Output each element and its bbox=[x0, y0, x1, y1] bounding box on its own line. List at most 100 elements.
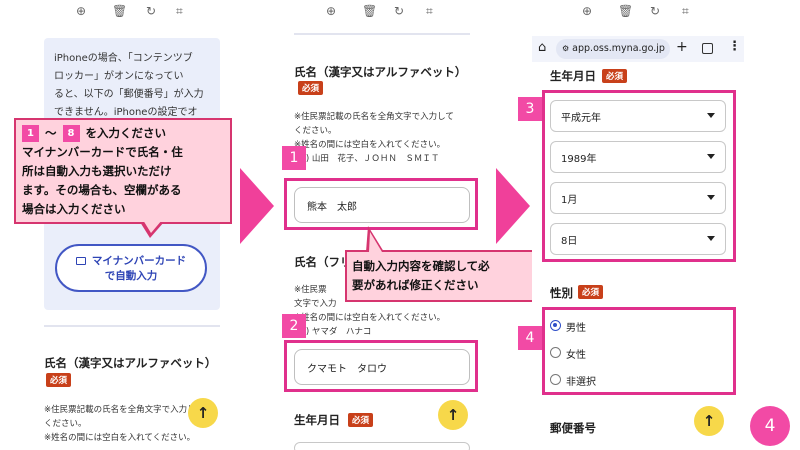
required-badge: 必須 bbox=[348, 413, 374, 427]
zoom-icon[interactable]: ⊕ bbox=[326, 4, 336, 18]
note-line: ※住民票記載の氏名を全角文字で入力して bbox=[44, 405, 204, 415]
gender-radio-male[interactable] bbox=[550, 320, 561, 331]
page-step-badge: 4 bbox=[750, 406, 790, 446]
birth-select-top bbox=[294, 442, 470, 450]
zoom-icon[interactable]: ⊕ bbox=[582, 4, 592, 18]
callout-line: マイナンバーカードで氏名・住 bbox=[22, 145, 183, 159]
name-notes: ※住民票記載の氏名を全角文字で入力して ください。 ※姓名の間には空白を入れてく… bbox=[294, 110, 454, 166]
note-line: ください。 bbox=[44, 419, 87, 429]
day-select[interactable]: 8日 bbox=[550, 223, 726, 255]
crop-icon[interactable]: ⌗ bbox=[682, 4, 689, 19]
info-text: iPhoneの場合、「コンテンツブ ロッカー」がオンになってい ると、以下の「郵… bbox=[54, 50, 204, 122]
card-icon bbox=[75, 257, 86, 265]
confirm-line: 自動入力内容を確認して必 bbox=[352, 259, 490, 273]
year-value: 1989年 bbox=[561, 153, 597, 165]
gender-radio-none[interactable] bbox=[550, 374, 561, 385]
rotate-icon[interactable]: ↻ bbox=[394, 4, 404, 18]
callout-line: 所は自動入力も選択いただけ bbox=[22, 164, 172, 178]
gender-label-none: 非選択 bbox=[566, 377, 596, 388]
gender-label-female: 女性 bbox=[566, 350, 586, 361]
callout-line: ます。その場合も、空欄がある bbox=[22, 183, 182, 197]
name-label: 氏名（漢字又はアルファベット） bbox=[294, 65, 467, 79]
chevron-down-icon bbox=[707, 154, 715, 159]
postal-label: 郵便番号 bbox=[550, 421, 596, 435]
info-line: ると、以下の「郵便番号」が入力 bbox=[54, 89, 204, 100]
note-line: (例) 山田 花子、ＪＯＨＮ ＳＭＩＴ bbox=[294, 154, 440, 164]
required-badge: 必須 bbox=[298, 81, 324, 95]
step-badge-2: 2 bbox=[282, 314, 306, 338]
name-label: 氏名（漢字又はアルファベット） bbox=[44, 356, 217, 370]
step-badge-1: 1 bbox=[282, 146, 306, 170]
tab-count-icon[interactable] bbox=[702, 43, 713, 54]
confirm-callout-tail-fill bbox=[369, 232, 382, 252]
rotate-icon[interactable]: ↻ bbox=[146, 4, 156, 18]
screen-panel-1: ⊕ 🗑 ↻ ⌗ iPhoneの場合、「コンテンツブ ロッカー」がオンになってい … bbox=[28, 0, 240, 450]
step-badge-4: 4 bbox=[518, 326, 542, 350]
chevron-down-icon bbox=[707, 195, 715, 200]
confirm-line: 要があれば修正ください bbox=[352, 278, 479, 292]
info-line: iPhoneの場合、「コンテンツブ bbox=[54, 53, 193, 64]
required-badge: 必須 bbox=[578, 285, 604, 299]
step-badge-3: 3 bbox=[518, 97, 542, 121]
note-line: ※住民票記載の氏名を全角文字で入力して bbox=[294, 112, 454, 122]
chevron-down-icon bbox=[707, 236, 715, 241]
range-tilde: ～ bbox=[45, 126, 57, 140]
home-icon[interactable]: ⌂ bbox=[538, 40, 546, 55]
range-suffix: を入力ください bbox=[85, 126, 167, 140]
address-field[interactable]: ⚙ app.oss.myna.go.jp bbox=[556, 39, 670, 59]
name-input[interactable]: 熊本 太郎 bbox=[294, 187, 470, 223]
trash-icon[interactable]: 🗑 bbox=[362, 4, 377, 18]
zoom-icon[interactable]: ⊕ bbox=[76, 4, 86, 18]
gender-radio-female[interactable] bbox=[550, 347, 561, 358]
screen-panel-2: ⊕ 🗑 ↻ ⌗ 氏名（漢字又はアルファベット） 必須 ※住民票記載の氏名を全角文… bbox=[276, 0, 486, 450]
note-line: ※姓名の間には空白を入れてください。 bbox=[44, 433, 196, 443]
kana-label: 氏名（フリ bbox=[294, 255, 352, 269]
era-value: 平成元年 bbox=[561, 112, 601, 124]
kana-input[interactable]: クマモト タロウ bbox=[294, 349, 470, 385]
gender-label-male: 男性 bbox=[566, 323, 586, 334]
rotate-icon[interactable]: ↻ bbox=[650, 4, 660, 18]
birth-label: 生年月日 bbox=[294, 413, 340, 427]
range-end-badge: 8 bbox=[62, 125, 80, 142]
month-value: 1月 bbox=[561, 194, 578, 206]
new-tab-icon[interactable]: + bbox=[676, 39, 688, 55]
range-start-badge: 1 bbox=[22, 125, 39, 142]
note-line: ※姓名の間には空白を入れてください。 bbox=[294, 313, 446, 323]
callout-tail-fill bbox=[143, 220, 162, 233]
required-badge: 必須 bbox=[46, 373, 72, 387]
trash-icon[interactable]: 🗑 bbox=[618, 4, 633, 18]
month-select[interactable]: 1月 bbox=[550, 182, 726, 214]
day-value: 8日 bbox=[561, 235, 578, 247]
year-select[interactable]: 1989年 bbox=[550, 141, 726, 173]
note-line: ください。 bbox=[294, 126, 337, 136]
url-text: app.oss.myna.go.jp bbox=[572, 43, 665, 54]
scroll-top-button[interactable]: ↑ bbox=[188, 398, 218, 428]
name-notes: ※住民票記載の氏名を全角文字で入力して ください。 ※姓名の間には空白を入れてく… bbox=[44, 403, 204, 445]
trash-icon[interactable]: 🗑 bbox=[112, 4, 127, 18]
mynumber-button-label-2: で自動入力 bbox=[104, 270, 158, 282]
divider bbox=[44, 325, 220, 327]
site-info-icon[interactable]: ⚙ bbox=[562, 44, 569, 53]
confirm-callout-text: 自動入力内容を確認して必 要があれば修正ください bbox=[352, 257, 490, 295]
birth-label: 生年月日 bbox=[550, 69, 596, 83]
divider bbox=[294, 33, 470, 35]
flow-arrow bbox=[240, 168, 274, 244]
flow-arrow bbox=[496, 168, 530, 244]
callout-text: 1 ～ 8 を入力ください マイナンバーカードで氏名・住 所は自動入力も選択いた… bbox=[22, 124, 232, 219]
info-line: ロッカー」がオンになってい bbox=[54, 71, 184, 82]
mynumber-button-label-1: マイナンバーカード bbox=[91, 255, 187, 267]
crop-icon[interactable]: ⌗ bbox=[426, 4, 433, 19]
note-line: (例) ヤマダ ハナコ bbox=[294, 327, 372, 337]
required-badge: 必須 bbox=[602, 69, 628, 83]
chevron-down-icon bbox=[707, 113, 715, 118]
crop-icon[interactable]: ⌗ bbox=[176, 4, 183, 19]
mynumber-autofill-button[interactable]: マイナンバーカード で自動入力 bbox=[55, 244, 207, 292]
note-line: ※姓名の間には空白を入れてください。 bbox=[294, 140, 446, 150]
gender-label: 性別 bbox=[550, 286, 573, 300]
scroll-top-button[interactable]: ↑ bbox=[694, 406, 724, 436]
callout-line: 場合は入力ください bbox=[22, 202, 126, 216]
era-select[interactable]: 平成元年 bbox=[550, 100, 726, 132]
screen-panel-3: ⊕ 🗑 ↻ ⌗ ⌂ ⚙ app.oss.myna.go.jp + ⋮ 生年月日 必… bbox=[532, 0, 744, 450]
scroll-top-button[interactable]: ↑ bbox=[438, 400, 468, 430]
menu-icon[interactable]: ⋮ bbox=[728, 39, 741, 54]
